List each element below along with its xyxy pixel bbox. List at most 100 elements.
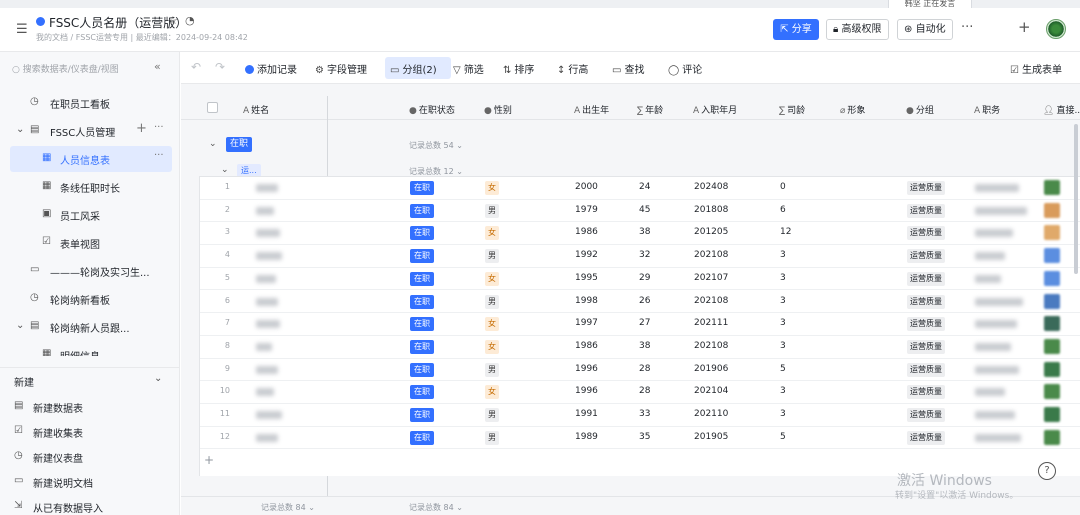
table-row[interactable]: 7 在职 女 1997 27 202111 3 运营质量 bbox=[200, 313, 1080, 336]
name-cell-redacted[interactable] bbox=[256, 365, 278, 374]
tenure-cell[interactable]: 3 bbox=[780, 409, 786, 419]
new-doc-button[interactable]: ▭ 新建说明文档 bbox=[0, 469, 180, 495]
select-all-checkbox[interactable] bbox=[207, 102, 218, 113]
column-header-name[interactable]: A 姓名 bbox=[243, 103, 269, 116]
group-tag-cell[interactable]: 运营质量 bbox=[907, 430, 945, 445]
leader-avatar[interactable] bbox=[1044, 202, 1060, 218]
gender-tag[interactable]: 男 bbox=[485, 294, 499, 309]
title-cell-redacted[interactable] bbox=[975, 206, 1027, 215]
name-cell-redacted[interactable] bbox=[256, 320, 280, 329]
table-row[interactable]: 11 在职 男 1991 33 202110 3 运营质量 bbox=[200, 404, 1080, 427]
menu-icon[interactable]: ☰ bbox=[16, 22, 32, 38]
group-header-level1[interactable]: ⌄ 在职 记录总数 54 ⌄ bbox=[191, 134, 1080, 156]
title-cell-redacted[interactable] bbox=[975, 184, 1019, 192]
leader-avatar[interactable] bbox=[1044, 384, 1060, 400]
name-cell-redacted[interactable] bbox=[256, 342, 272, 351]
name-cell-redacted[interactable] bbox=[256, 229, 280, 238]
leader-avatar[interactable] bbox=[1044, 361, 1060, 377]
title-cell-redacted[interactable] bbox=[975, 365, 1019, 374]
sidebar-item-dashboard[interactable]: ◷ 在职员工看板 bbox=[0, 90, 180, 116]
import-data-button[interactable]: ⇲ 从已有数据导入 bbox=[0, 494, 180, 515]
join-month-cell[interactable]: 202110 bbox=[694, 409, 728, 419]
chevron-down-icon[interactable]: ⌄ bbox=[154, 373, 162, 384]
title-cell-redacted[interactable] bbox=[975, 252, 1005, 261]
join-month-cell[interactable]: 201905 bbox=[694, 432, 728, 442]
status-tag[interactable]: 在职 bbox=[410, 294, 434, 309]
share-button[interactable]: ⇱ 分享 bbox=[773, 19, 819, 40]
add-record-button[interactable]: 添加记录 bbox=[245, 61, 297, 76]
doc-title[interactable]: FSSC人员名册（运营版） bbox=[49, 14, 187, 31]
age-cell[interactable]: 28 bbox=[639, 386, 650, 396]
leader-avatar[interactable] bbox=[1044, 270, 1060, 286]
status-tag[interactable]: 在职 bbox=[410, 362, 434, 377]
birth-year-cell[interactable]: 1998 bbox=[575, 296, 598, 306]
filter-button[interactable]: ▽ 筛选 bbox=[453, 61, 484, 76]
birth-year-cell[interactable]: 1989 bbox=[575, 432, 598, 442]
comment-button[interactable]: ◯ 评论 bbox=[668, 61, 702, 76]
age-cell[interactable]: 27 bbox=[639, 318, 650, 328]
title-cell-redacted[interactable] bbox=[975, 388, 1005, 397]
add-icon[interactable]: + bbox=[136, 121, 147, 136]
row-height-button[interactable]: ↕ 行高 bbox=[557, 61, 588, 76]
age-cell[interactable]: 35 bbox=[639, 432, 650, 442]
help-icon[interactable]: ? bbox=[1038, 462, 1056, 480]
field-manage-button[interactable]: ⚙ 字段管理 bbox=[315, 61, 367, 76]
column-header-group[interactable]: ● 分组 bbox=[906, 103, 934, 116]
sidebar-item-rotation-tracking[interactable]: ⌄ ▤ 轮岗纳新人员跟... bbox=[0, 314, 180, 340]
tenure-cell[interactable]: 3 bbox=[780, 296, 786, 306]
group-tag-cell[interactable]: 运营质量 bbox=[907, 362, 945, 377]
tenure-cell[interactable]: 0 bbox=[780, 182, 786, 192]
status-tag[interactable]: 在职 bbox=[410, 317, 434, 332]
gender-tag[interactable]: 男 bbox=[485, 430, 499, 445]
age-cell[interactable]: 26 bbox=[639, 296, 650, 306]
title-cell-redacted[interactable] bbox=[975, 274, 1001, 283]
plus-icon[interactable]: + bbox=[1018, 18, 1031, 36]
title-cell-redacted[interactable] bbox=[975, 297, 1023, 306]
age-cell[interactable]: 38 bbox=[639, 227, 650, 237]
sidebar-search[interactable]: ○ 搜索数据表/仪表盘/视图 bbox=[12, 62, 119, 75]
title-cell-redacted[interactable] bbox=[975, 229, 1013, 238]
table-row[interactable]: 4 在职 男 1992 32 202108 3 运营质量 bbox=[200, 245, 1080, 268]
gender-tag[interactable]: 女 bbox=[485, 339, 499, 354]
name-cell-redacted[interactable] bbox=[256, 274, 276, 283]
column-header-title[interactable]: A 职务 bbox=[974, 103, 1000, 116]
sidebar-item-detail[interactable]: ▦ 明细信息 bbox=[0, 342, 180, 356]
column-header-join[interactable]: A 入职年月 bbox=[693, 103, 737, 116]
birth-year-cell[interactable]: 1979 bbox=[575, 205, 598, 215]
gender-tag[interactable]: 女 bbox=[485, 317, 499, 332]
advanced-permission-button[interactable]: 🔒︎ 高级权限 bbox=[826, 19, 889, 40]
table-row[interactable]: 8 在职 女 1986 38 202108 3 运营质量 bbox=[200, 336, 1080, 359]
column-header-birth[interactable]: A 出生年 bbox=[574, 103, 609, 116]
vertical-scrollbar[interactable] bbox=[1074, 124, 1078, 274]
new-table-button[interactable]: ▤ 新建数据表 bbox=[0, 394, 180, 420]
gender-tag[interactable]: 男 bbox=[485, 203, 499, 218]
group-tag-cell[interactable]: 运营质量 bbox=[907, 249, 945, 264]
table-row[interactable]: 1 在职 女 2000 24 202408 0 运营质量 bbox=[200, 177, 1080, 200]
status-tag[interactable]: 在职 bbox=[410, 271, 434, 286]
leader-avatar[interactable] bbox=[1044, 338, 1060, 354]
undo-icon[interactable]: ↶ bbox=[191, 60, 201, 74]
status-tag[interactable]: 在职 bbox=[410, 249, 434, 264]
leader-avatar[interactable] bbox=[1044, 429, 1060, 445]
join-month-cell[interactable]: 202111 bbox=[694, 318, 728, 328]
sidebar-item-gallery[interactable]: ▣ 员工风采 bbox=[0, 202, 180, 228]
group-tag-cell[interactable]: 运营质量 bbox=[907, 294, 945, 309]
title-cell-redacted[interactable] bbox=[975, 342, 1011, 351]
age-cell[interactable]: 32 bbox=[639, 250, 650, 260]
group-tag-cell[interactable]: 运营质量 bbox=[907, 385, 945, 400]
birth-year-cell[interactable]: 2000 bbox=[575, 182, 598, 192]
birth-year-cell[interactable]: 1992 bbox=[575, 250, 598, 260]
gender-tag[interactable]: 女 bbox=[485, 181, 499, 195]
sidebar-item-tenure[interactable]: ▦ 条线任职时长 bbox=[0, 174, 180, 200]
group-tag-cell[interactable]: 运营质量 bbox=[907, 339, 945, 354]
gender-tag[interactable]: 女 bbox=[485, 226, 499, 241]
avatar[interactable] bbox=[1046, 19, 1066, 39]
tenure-cell[interactable]: 6 bbox=[780, 205, 786, 215]
gender-tag[interactable]: 女 bbox=[485, 385, 499, 400]
birth-year-cell[interactable]: 1986 bbox=[575, 341, 598, 351]
gender-tag[interactable]: 男 bbox=[485, 249, 499, 264]
age-cell[interactable]: 45 bbox=[639, 205, 650, 215]
group-tag-cell[interactable]: 运营质量 bbox=[907, 226, 945, 241]
status-tag[interactable]: 在职 bbox=[410, 181, 434, 195]
name-cell-redacted[interactable] bbox=[256, 411, 282, 419]
